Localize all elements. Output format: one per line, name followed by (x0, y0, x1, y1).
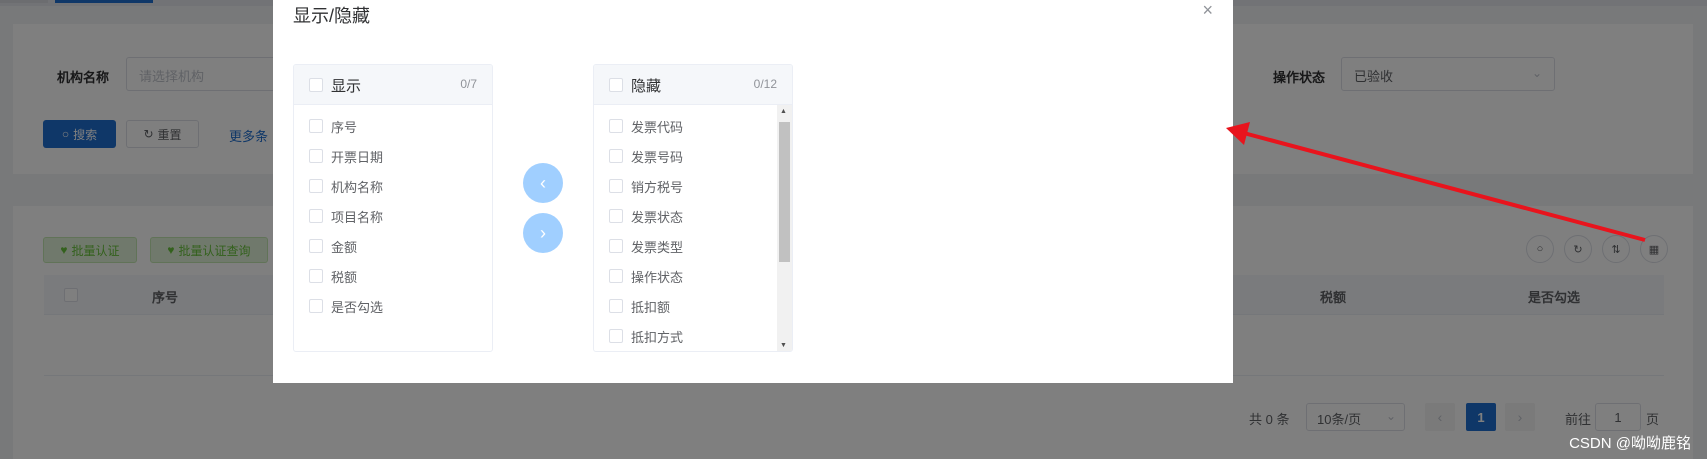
annotation-arrow (1226, 122, 1646, 242)
annotation-arrow-head (1226, 122, 1250, 145)
annotation-arrow-line (1239, 130, 1646, 242)
watermark: CSDN @呦呦鹿铭 (1569, 435, 1691, 452)
